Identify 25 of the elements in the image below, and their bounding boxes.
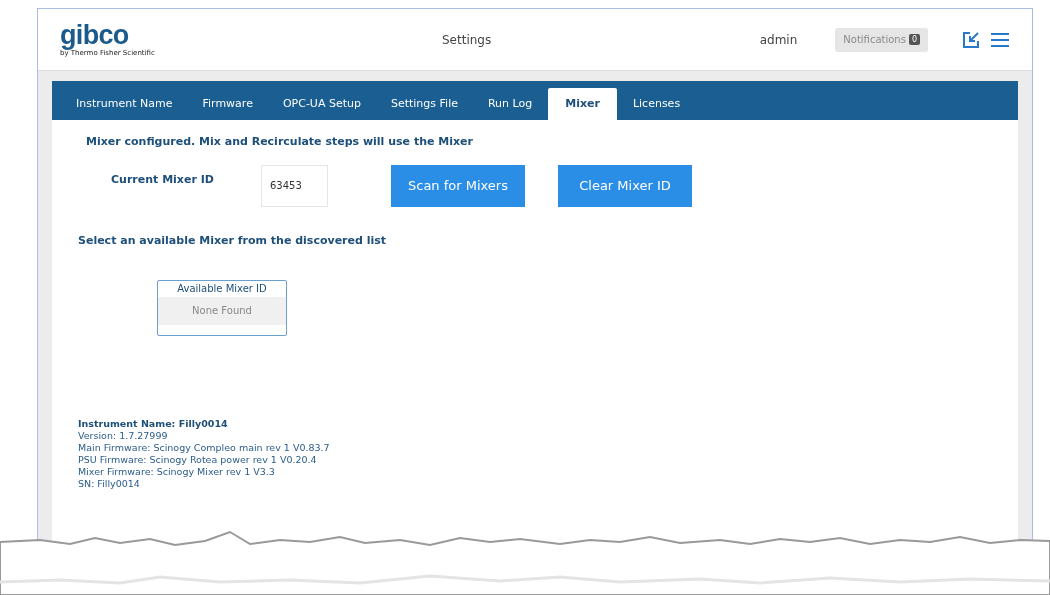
tab[interactable]: Firmware [188,88,267,120]
instrument-name-text: Instrument Name: Filly0014 [78,418,229,430]
tab[interactable]: Run Log [473,88,547,120]
status-message: Mixer configured. Mix and Recirculate steps will use the Mixer [86,134,474,150]
info-line: Mixer Firmware: Scinogy Mixer rev 1 V3.3 [78,466,276,478]
notification-count: 0 [908,34,920,45]
info-line: PSU Firmware: Scinogy Rotea power rev 1 V0.20.4 [78,454,318,466]
mixer-id-field[interactable]: 63453 [261,164,328,207]
tab[interactable]: Licenses [618,88,695,120]
user-name: admin [759,31,798,49]
tab[interactable]: Mixer [548,88,617,120]
tab[interactable]: OPC-UA Setup [268,88,375,120]
column-header: Available Mixer ID [176,282,268,296]
info-line: Version: 1.7.27999 [78,430,169,442]
field-label: Current Mixer ID [111,172,215,189]
tab[interactable]: Instrument Name [62,88,187,120]
info-line: SN: Filly0014 [78,478,141,490]
logo: gibco [60,21,129,48]
info-line: Main Firmware: Scinogy Compleo main rev 1 V0.83.7 [78,442,331,454]
table-cell: None Found [158,297,286,325]
instruction-text: Select an available Mixer from the discovered list [78,232,388,249]
tab[interactable]: Settings File [376,88,472,120]
export-icon[interactable] [962,30,980,49]
menu-icon[interactable] [990,31,1010,48]
page-title: Settings [442,31,492,49]
